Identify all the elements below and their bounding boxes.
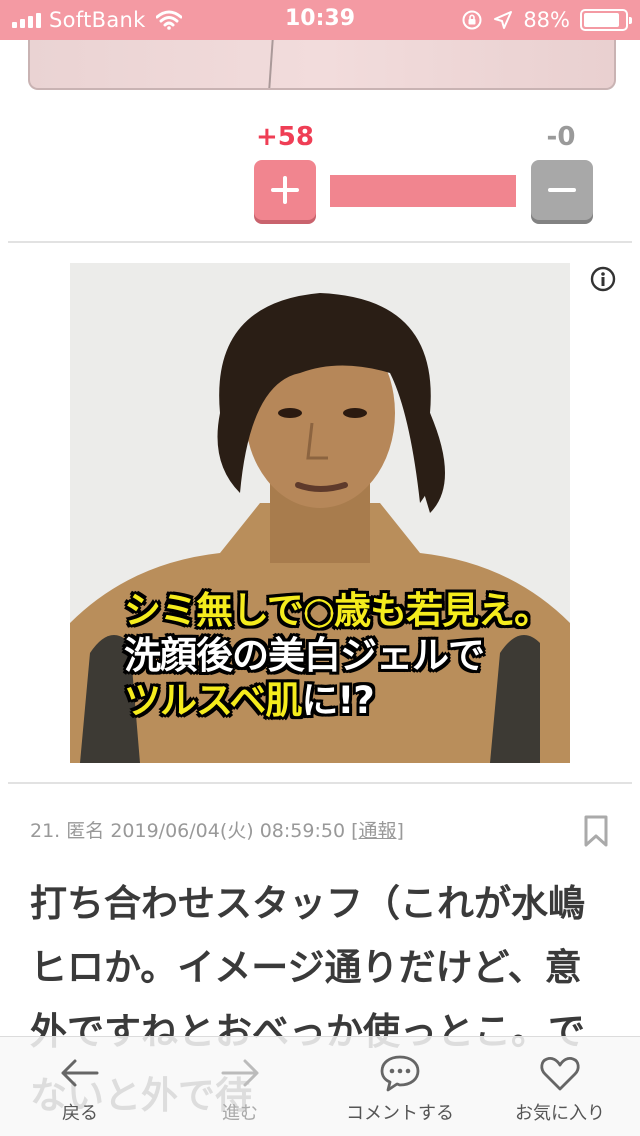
forward-button[interactable]: 進む bbox=[160, 1037, 320, 1136]
bookmark-icon[interactable] bbox=[582, 814, 610, 848]
vote-ratio-bar bbox=[330, 175, 516, 207]
info-icon[interactable] bbox=[590, 266, 616, 292]
favorite-button[interactable]: お気に入り bbox=[480, 1037, 640, 1136]
arrow-left-icon bbox=[61, 1059, 99, 1087]
forward-label: 進む bbox=[222, 1103, 258, 1124]
favorite-label: お気に入り bbox=[515, 1103, 605, 1124]
location-icon bbox=[494, 11, 513, 29]
comment-author: 匿名 bbox=[66, 820, 105, 842]
minus-icon bbox=[548, 188, 576, 192]
comment-datetime: 2019/06/04(火) 08:59:50 bbox=[110, 820, 346, 842]
ad-caption-line: 洗顔後の美白ジェルで bbox=[124, 633, 550, 678]
speech-bubble-icon bbox=[380, 1055, 420, 1092]
heart-icon bbox=[540, 1056, 580, 1091]
back-button[interactable]: 戻る bbox=[0, 1037, 160, 1136]
comment-meta: 21. 匿名 2019/06/04(火) 08:59:50 [通報] bbox=[30, 816, 404, 843]
ad-caption-text: シミ無しで○歳も若見え。 bbox=[124, 589, 551, 632]
ad-caption-line: シミ無しで○歳も若見え。 bbox=[124, 588, 551, 633]
divider bbox=[8, 241, 632, 243]
bottom-toolbar: 戻る 進む コメントする お気に入り bbox=[0, 1036, 640, 1136]
plus-icon bbox=[271, 176, 299, 204]
report-link[interactable]: [通報] bbox=[351, 820, 404, 842]
ad-caption-text: に!? bbox=[301, 679, 374, 722]
ad-caption-text: 洗顔後の美白ジェルで bbox=[124, 634, 485, 677]
previous-image bbox=[28, 40, 616, 90]
battery-icon bbox=[580, 9, 632, 31]
ad-caption-text: ツルスベ肌 bbox=[124, 679, 302, 722]
ad-caption-line: ツルスベ肌に!? bbox=[124, 678, 550, 723]
comment-number: 21. bbox=[30, 820, 61, 842]
comment-label: コメントする bbox=[346, 1103, 454, 1124]
minus-vote-count: -0 bbox=[546, 122, 576, 152]
vote-ratio-fill bbox=[330, 175, 516, 207]
arrow-right-icon bbox=[221, 1059, 259, 1087]
status-bar: SoftBank 10:39 88% bbox=[0, 0, 640, 40]
plus-vote-count: +58 bbox=[256, 122, 314, 152]
battery-percent: 88% bbox=[523, 8, 570, 32]
back-label: 戻る bbox=[62, 1103, 98, 1124]
plus-vote-button[interactable] bbox=[254, 160, 316, 220]
status-right: 88% bbox=[461, 6, 632, 34]
ad-caption: シミ無しで○歳も若見え。 洗顔後の美白ジェルで ツルスベ肌に!? bbox=[124, 588, 551, 723]
minus-vote-button[interactable] bbox=[531, 160, 593, 220]
comment-button[interactable]: コメントする bbox=[320, 1037, 480, 1136]
rotation-lock-icon bbox=[462, 10, 482, 30]
divider bbox=[8, 782, 632, 784]
